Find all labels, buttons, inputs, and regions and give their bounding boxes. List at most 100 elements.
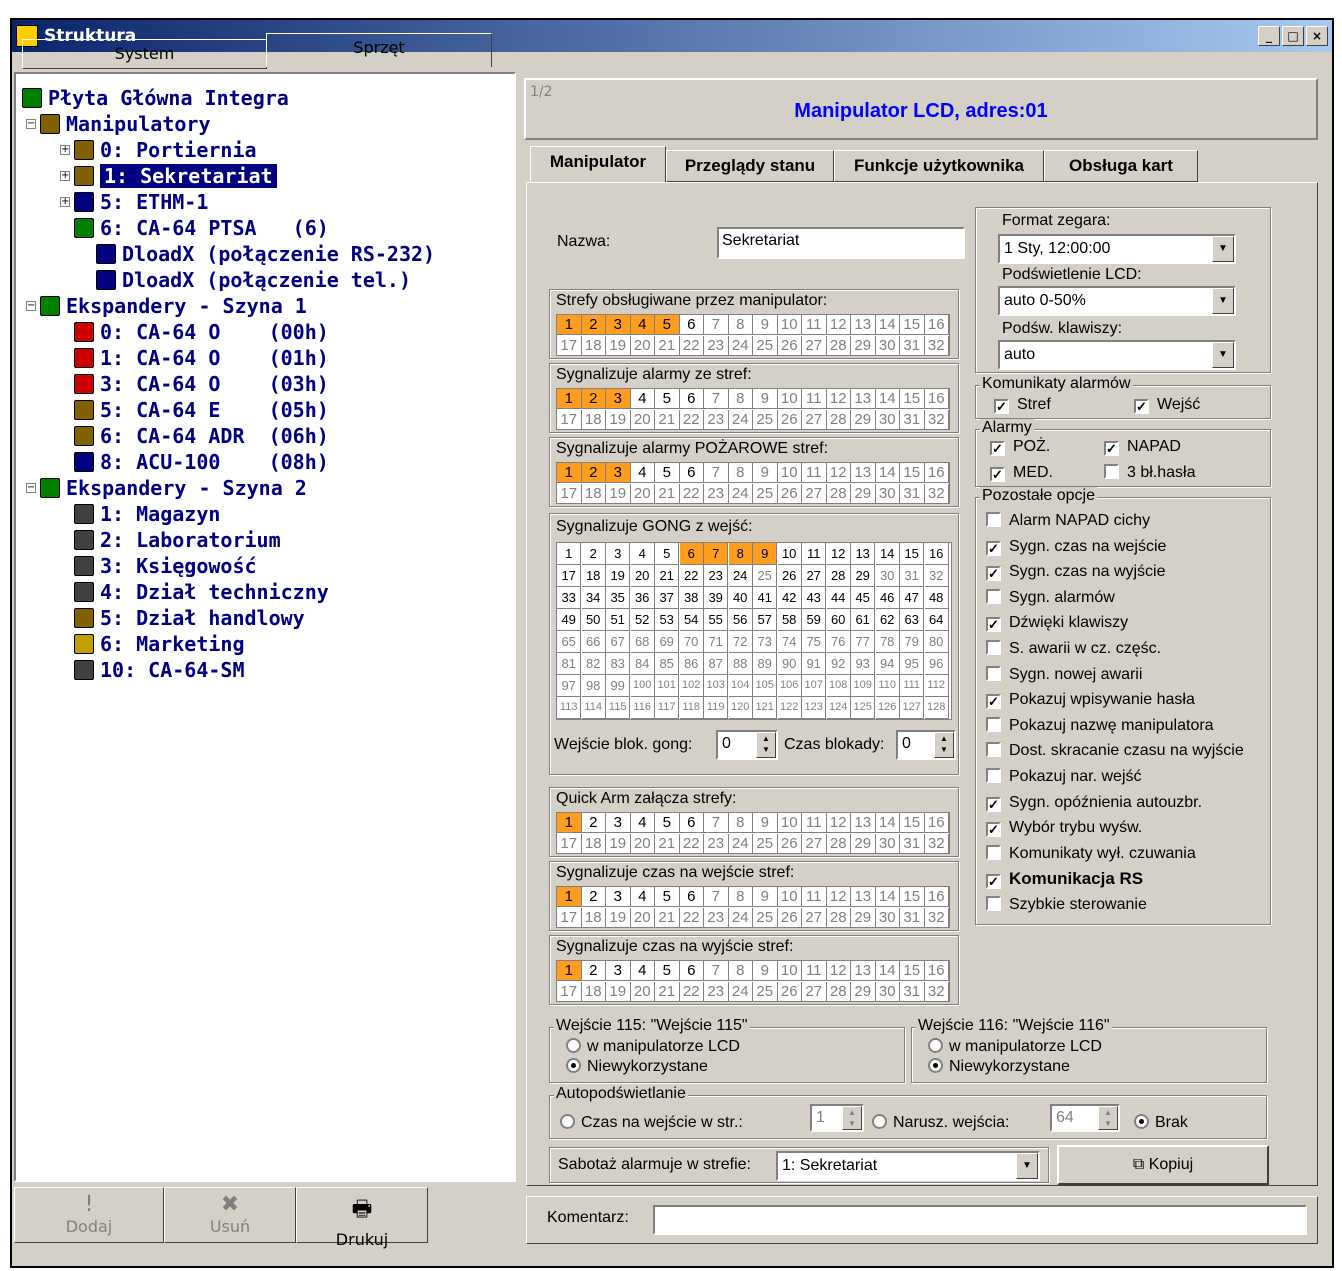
tab-sprzet[interactable]: Sprzęt (266, 33, 492, 67)
option-checkbox[interactable]: ✓ Sygn. czas na wejście (986, 536, 1166, 558)
gong-input-cell[interactable]: 49 (557, 609, 582, 631)
gong-input-cell[interactable]: 115 (606, 697, 631, 719)
tree-node[interactable]: 4: Dział techniczny (100, 580, 329, 604)
gong-input-cell[interactable]: 72 (728, 631, 753, 653)
tree-node[interactable]: 2: Laboratorium (100, 528, 281, 552)
tree-node[interactable]: 1: CA-64 O (01h) (100, 346, 329, 370)
option-checkbox[interactable]: Komunikaty wył. czuwania (986, 843, 1196, 865)
gong-input-cell[interactable]: 9 (753, 543, 778, 565)
zone-cell[interactable]: 21 (655, 410, 680, 430)
input116-keypad-radio[interactable]: w manipulatorze LCD (928, 1036, 1102, 1058)
zone-cell[interactable]: 17 (557, 982, 582, 1002)
print-button[interactable]: 🖶 Drukuj (296, 1187, 428, 1249)
zone-cell[interactable]: 18 (581, 834, 606, 854)
zone-cell[interactable]: 18 (581, 982, 606, 1002)
zone-cell[interactable]: 5 (655, 813, 680, 833)
zone-cell[interactable]: 22 (679, 410, 704, 430)
gong-input-cell[interactable]: 88 (728, 653, 753, 675)
gong-input-cell[interactable]: 51 (606, 609, 631, 631)
zone-cell[interactable]: 11 (802, 389, 827, 409)
zone-cell[interactable]: 21 (655, 908, 680, 928)
gong-input-cell[interactable]: 128 (924, 697, 949, 719)
tab-system[interactable]: System (22, 39, 267, 69)
gong-input-cell[interactable]: 41 (753, 587, 778, 609)
zone-cell[interactable]: 19 (606, 908, 631, 928)
zone-cell[interactable]: 18 (581, 484, 606, 504)
tree-node[interactable]: 3: CA-64 O (03h) (100, 372, 329, 396)
zone-cell[interactable]: 7 (704, 961, 729, 981)
option-checkbox[interactable]: ✓ Pokazuj wpisywanie hasła (986, 689, 1195, 711)
zone-cell[interactable]: 31 (900, 410, 925, 430)
gong-input-cell[interactable]: 87 (704, 653, 729, 675)
gong-input-cell[interactable]: 36 (630, 587, 655, 609)
zone-cell[interactable]: 16 (924, 961, 949, 981)
gong-input-cell[interactable]: 120 (728, 697, 753, 719)
zone-cell[interactable]: 19 (606, 834, 631, 854)
tree-node[interactable]: 5: CA-64 E (05h) (100, 398, 329, 422)
gong-input-cell[interactable]: 107 (802, 675, 827, 697)
zone-cell[interactable]: 7 (704, 463, 729, 483)
gong-input-cell[interactable]: 126 (875, 697, 900, 719)
name-input[interactable]: Sekretariat (717, 227, 965, 259)
autobacklight-violation-radio[interactable]: Narusz. wejścia: (872, 1112, 1009, 1134)
zone-cell[interactable]: 24 (728, 484, 753, 504)
gong-input-cell[interactable]: 47 (900, 587, 925, 609)
gong-input-cell[interactable]: 103 (704, 675, 729, 697)
zone-cell[interactable]: 31 (900, 484, 925, 504)
zone-cell[interactable]: 26 (777, 908, 802, 928)
gong-input-cell[interactable]: 127 (900, 697, 925, 719)
zone-cell[interactable]: 32 (924, 908, 949, 928)
gong-input-cell[interactable]: 13 (851, 543, 876, 565)
zone-cell[interactable]: 6 (679, 813, 704, 833)
zone-cell[interactable]: 6 (679, 887, 704, 907)
zone-cell[interactable]: 30 (875, 336, 900, 356)
gong-input-cell[interactable]: 16 (924, 543, 949, 565)
zone-cell[interactable]: 10 (777, 961, 802, 981)
gong-input-cell[interactable]: 30 (875, 565, 900, 587)
gong-input-cell[interactable]: 102 (679, 675, 704, 697)
zone-cell[interactable]: 16 (924, 389, 949, 409)
msg-inputs-checkbox[interactable]: ✓ Wejść (1134, 394, 1200, 416)
zone-cell[interactable]: 27 (802, 336, 827, 356)
gong-input-cell[interactable]: 97 (557, 675, 582, 697)
gong-input-cell[interactable]: 98 (581, 675, 606, 697)
zone-cell[interactable]: 15 (900, 813, 925, 833)
zone-cell[interactable]: 3 (606, 887, 631, 907)
zone-cell[interactable]: 23 (704, 336, 729, 356)
expand-toggle-icon[interactable]: − (26, 483, 36, 493)
zone-cell[interactable]: 27 (802, 484, 827, 504)
gong-input-cell[interactable]: 105 (753, 675, 778, 697)
tree-node[interactable]: DloadX (połączenie RS-232) (122, 242, 435, 266)
zone-cell[interactable]: 29 (851, 834, 876, 854)
expand-toggle-icon[interactable]: + (60, 145, 70, 155)
zone-cell[interactable]: 27 (802, 410, 827, 430)
option-checkbox[interactable]: Pokazuj nar. wejść (986, 766, 1142, 788)
zone-cell[interactable]: 11 (802, 813, 827, 833)
gong-input-cell[interactable]: 37 (655, 587, 680, 609)
tree-node[interactable]: Manipulatory (66, 112, 211, 136)
zone-cell[interactable]: 1 (557, 813, 582, 833)
tab-karty[interactable]: Obsługa kart (1044, 150, 1198, 182)
zone-cell[interactable]: 9 (753, 463, 778, 483)
option-checkbox[interactable]: S. awarii w cz. częśc. (986, 638, 1161, 660)
zone-cell[interactable]: 30 (875, 908, 900, 928)
zone-cell[interactable]: 1 (557, 463, 582, 483)
zone-cell[interactable]: 12 (826, 315, 851, 335)
gong-input-cell[interactable]: 56 (728, 609, 753, 631)
zone-cell[interactable]: 24 (728, 336, 753, 356)
tree-node[interactable]: 6: Marketing (100, 632, 245, 656)
lcd-backlight-select[interactable]: auto 0-50% ▼ (998, 286, 1236, 316)
gong-input-cell[interactable]: 19 (606, 565, 631, 587)
gong-input-cell[interactable]: 74 (777, 631, 802, 653)
gong-input-cell[interactable]: 94 (875, 653, 900, 675)
gong-input-cell[interactable]: 28 (826, 565, 851, 587)
zone-cell[interactable]: 10 (777, 315, 802, 335)
alarm-panic-checkbox[interactable]: ✓ NAPAD (1104, 436, 1181, 458)
tamper-zone-select[interactable]: 1: Sekretariat ▼ (776, 1151, 1040, 1181)
zone-cell[interactable]: 11 (802, 887, 827, 907)
gong-input-cell[interactable]: 75 (802, 631, 827, 653)
option-checkbox[interactable]: Szybkie sterowanie (986, 894, 1147, 916)
gong-input-cell[interactable]: 83 (606, 653, 631, 675)
zone-cell[interactable]: 24 (728, 908, 753, 928)
zone-cell[interactable]: 22 (679, 982, 704, 1002)
